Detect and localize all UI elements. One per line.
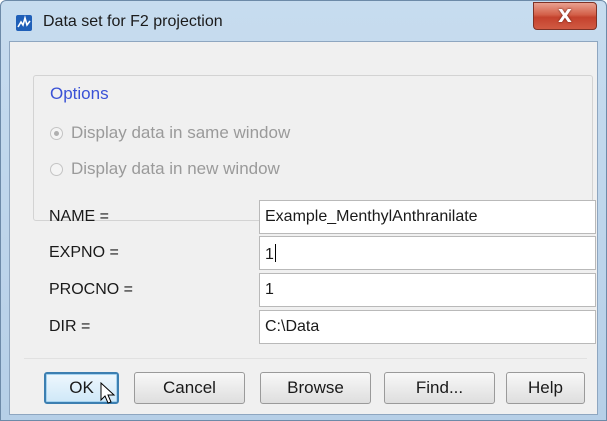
find-button[interactable]: Find...	[384, 372, 495, 404]
text-caret	[274, 244, 276, 262]
dir-row: DIR = C:\Data	[33, 310, 596, 344]
window-title: Data set for F2 projection	[43, 13, 223, 30]
expno-row: EXPNO = 1	[33, 236, 596, 270]
procno-row: PROCNO = 1	[33, 273, 596, 307]
close-button[interactable]: X	[533, 2, 597, 30]
dir-label: DIR =	[49, 318, 91, 335]
radio-new-window-button[interactable]	[50, 162, 63, 176]
name-row: NAME = Example_MenthylAnthranilate	[33, 200, 596, 234]
cancel-button[interactable]: Cancel	[134, 372, 245, 404]
browse-button[interactable]: Browse	[260, 372, 371, 404]
options-legend: Options	[50, 84, 109, 103]
radio-same-window-label: Display data in same window	[71, 123, 291, 142]
expno-value: 1	[265, 246, 274, 263]
button-separator	[24, 358, 587, 359]
procno-label: PROCNO =	[49, 281, 134, 298]
name-input[interactable]: Example_MenthylAnthranilate	[259, 200, 596, 234]
radio-new-window[interactable]: Display data in new window	[50, 159, 280, 179]
app-icon	[16, 15, 32, 31]
help-button[interactable]: Help	[506, 372, 585, 404]
mouse-pointer-icon	[100, 382, 116, 404]
procno-input[interactable]: 1	[259, 273, 596, 307]
close-icon: X	[558, 5, 572, 27]
radio-same-window-button[interactable]	[50, 126, 63, 140]
radio-same-window[interactable]: Display data in same window	[50, 123, 290, 143]
dialog-window: Data set for F2 projection X Options Dis…	[0, 0, 607, 421]
expno-input[interactable]: 1	[259, 236, 596, 270]
expno-label: EXPNO =	[49, 244, 119, 261]
dir-input[interactable]: C:\Data	[259, 310, 596, 344]
radio-new-window-label: Display data in new window	[71, 159, 280, 178]
title-bar[interactable]: Data set for F2 projection X	[1, 1, 606, 43]
name-label: NAME =	[49, 208, 110, 225]
